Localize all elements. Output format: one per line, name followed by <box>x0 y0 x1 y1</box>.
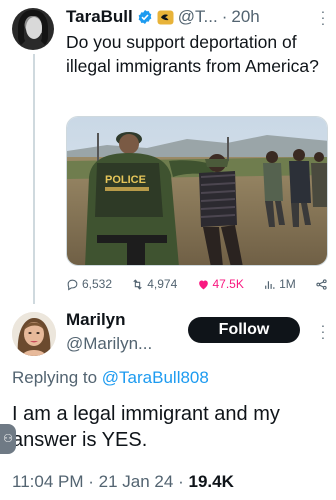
tweet-text: Do you support deportation of illegal im… <box>66 32 319 76</box>
tweet-actions: 6,532 4,974 47.5K 1M <box>66 274 328 294</box>
like-icon <box>198 279 208 289</box>
verified-badge-icon <box>137 9 153 25</box>
follow-button[interactable]: Follow <box>188 317 300 343</box>
reply-author-handle[interactable]: @Marilyn... <box>66 334 152 354</box>
views-icon <box>265 280 275 289</box>
author-handle[interactable]: @T... <box>178 7 218 27</box>
reply-views[interactable]: 19.4K <box>188 472 233 491</box>
original-tweet[interactable]: TaraBull @T... · 20h · · · Do you support … <box>0 0 336 300</box>
reply-meta: 11:04 PM · 21 Jan 24 · 19.4K <box>12 472 234 492</box>
police-label: POLICE <box>105 174 146 186</box>
retweet-action[interactable]: 4,974 <box>131 277 177 291</box>
meta-separator: · <box>88 472 94 491</box>
more-icon[interactable]: · · · <box>316 318 330 344</box>
tweet-time[interactable]: 20h <box>231 7 259 27</box>
tweet-header: TaraBull @T... · 20h <box>66 6 260 28</box>
avatar-face <box>26 17 42 39</box>
replying-to: Replying to @TaraBull808 <box>12 368 209 388</box>
like-action[interactable]: 47.5K <box>197 277 244 291</box>
reply-author-name[interactable]: Marilyn <box>66 310 126 330</box>
more-icon[interactable]: · · · <box>316 4 330 30</box>
reply-date[interactable]: 21 Jan 24 <box>99 472 174 491</box>
views-action[interactable]: 1M <box>263 277 296 291</box>
like-count: 47.5K <box>212 277 244 291</box>
tweet-image[interactable]: POLICE <box>66 116 328 266</box>
replying-prefix: Replying to <box>12 368 98 387</box>
view-count: 1M <box>279 277 296 291</box>
meta-separator: · <box>178 472 184 491</box>
reply-icon <box>67 279 78 290</box>
reply-text: I am a legal immigrant and my answer is … <box>12 403 280 451</box>
marilyn-avatar[interactable] <box>12 312 56 356</box>
separator: · <box>221 7 228 26</box>
replying-handle-link[interactable]: @TaraBull808 <box>102 368 209 387</box>
reply-count: 6,532 <box>82 277 113 291</box>
reply-action[interactable]: 6,532 <box>66 277 112 291</box>
accessibility-icon[interactable]: ⚇ <box>0 424 16 454</box>
reply-time[interactable]: 11:04 PM <box>12 472 84 491</box>
author-name[interactable]: TaraBull <box>66 7 133 27</box>
share-action[interactable] <box>315 278 328 291</box>
retweet-icon <box>133 278 142 290</box>
retweet-count: 4,974 <box>147 277 178 291</box>
tarabull-avatar[interactable] <box>12 8 54 50</box>
share-icon <box>316 278 327 290</box>
gold-affiliate-icon[interactable] <box>157 10 174 25</box>
